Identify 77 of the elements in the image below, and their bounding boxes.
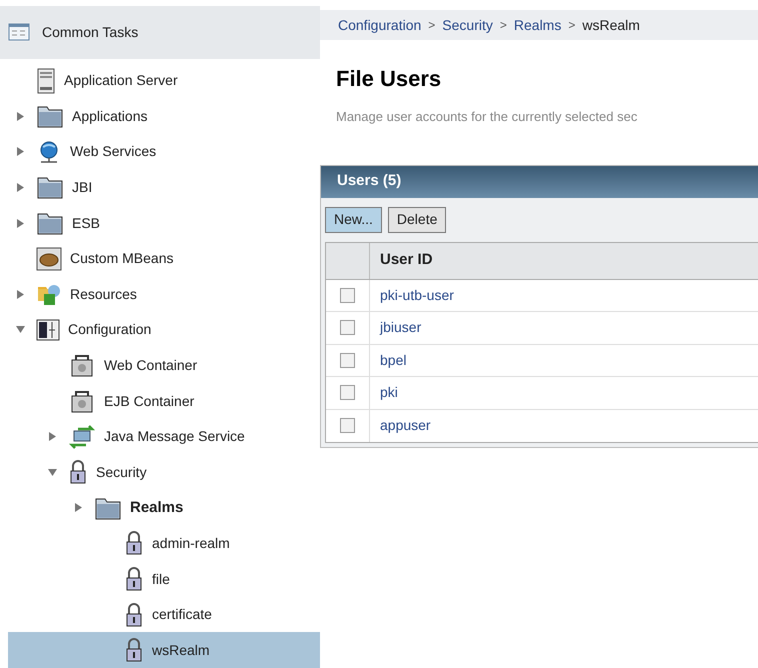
user-link[interactable]: jbiuser bbox=[380, 317, 422, 338]
lock-icon bbox=[124, 602, 144, 628]
tree-item[interactable]: Web Services bbox=[8, 134, 320, 170]
page-title: File Users bbox=[336, 65, 442, 93]
row-checkbox[interactable] bbox=[340, 385, 355, 400]
breadcrumb-separator: > bbox=[428, 17, 436, 34]
expand-arrow-icon[interactable] bbox=[16, 147, 24, 156]
tree-item[interactable]: Web Container bbox=[8, 348, 320, 384]
tree-label: admin-realm bbox=[152, 534, 230, 553]
tree-label: Resources bbox=[70, 284, 137, 304]
toolbar-button[interactable]: Delete bbox=[388, 206, 446, 232]
expand-arrow-icon[interactable] bbox=[16, 182, 24, 192]
server-icon bbox=[36, 68, 56, 94]
tree-item[interactable]: EJB Container bbox=[8, 383, 320, 419]
expand-arrow-icon[interactable] bbox=[16, 112, 24, 121]
tree-item[interactable]: ESB bbox=[8, 205, 320, 241]
breadcrumb-link[interactable]: Realms bbox=[514, 14, 562, 36]
expand-arrow-icon[interactable] bbox=[16, 290, 24, 299]
tree-item[interactable]: Java Message Service bbox=[8, 418, 320, 454]
tree-label: Realms bbox=[130, 498, 184, 518]
tree-item[interactable]: file bbox=[8, 561, 320, 597]
table-title: Users (5) bbox=[337, 171, 402, 192]
row-checkbox[interactable] bbox=[340, 418, 355, 434]
lock-icon bbox=[68, 459, 88, 486]
configuration-icon bbox=[36, 318, 60, 342]
tree-label: JBI bbox=[72, 178, 92, 197]
tree-label: Security bbox=[96, 462, 147, 482]
column-header[interactable]: User ID bbox=[370, 242, 433, 278]
page-description: Manage user accounts for the currently selected sec bbox=[336, 108, 638, 126]
tree-item[interactable]: Applications bbox=[8, 98, 320, 134]
tree-label: Java Message Service bbox=[104, 427, 245, 446]
table-icon bbox=[8, 23, 30, 42]
tree-item[interactable]: Resources bbox=[8, 276, 320, 312]
breadcrumb-separator: > bbox=[568, 17, 576, 34]
tree-item[interactable]: wsRealm bbox=[8, 632, 320, 668]
bean-icon bbox=[36, 246, 62, 272]
tree-label: Custom MBeans bbox=[70, 249, 174, 268]
user-link[interactable]: bpel bbox=[380, 350, 406, 371]
tree-label: EJB Container bbox=[104, 392, 194, 411]
tree-item[interactable]: Configuration bbox=[8, 312, 320, 348]
tree-item[interactable]: Custom MBeans bbox=[8, 240, 320, 276]
tree-label: Applications bbox=[72, 106, 148, 126]
tree-item[interactable]: certificate bbox=[8, 596, 320, 632]
expand-arrow-icon[interactable] bbox=[16, 218, 24, 228]
tree-label: ESB bbox=[72, 214, 100, 233]
lock-icon bbox=[124, 566, 144, 592]
lock-icon bbox=[124, 637, 144, 664]
tree-item[interactable]: Security bbox=[8, 454, 320, 490]
collapse-arrow-icon[interactable] bbox=[48, 468, 56, 477]
user-link[interactable]: pki-utb-user bbox=[380, 284, 454, 306]
user-link[interactable]: appuser bbox=[380, 415, 431, 436]
expand-arrow-icon[interactable] bbox=[48, 432, 56, 442]
user-link[interactable]: pki bbox=[380, 382, 398, 404]
tree-item[interactable]: admin-realm bbox=[8, 526, 320, 562]
expand-arrow-icon[interactable] bbox=[74, 503, 82, 512]
tree-item[interactable]: JBI bbox=[8, 170, 320, 206]
row-checkbox[interactable] bbox=[340, 320, 355, 336]
tree-label: file bbox=[152, 570, 170, 589]
toolbar-button[interactable]: New... bbox=[325, 206, 382, 232]
tree-label: Web Container bbox=[104, 356, 198, 375]
breadcrumb-link[interactable]: Configuration bbox=[338, 14, 422, 36]
tree-label: Configuration bbox=[68, 320, 152, 340]
tree-label: certificate bbox=[152, 605, 212, 624]
collapse-arrow-icon[interactable] bbox=[16, 325, 24, 334]
row-checkbox[interactable] bbox=[340, 288, 355, 303]
tree-label: Application Server bbox=[64, 71, 178, 90]
tree-label: Web Services bbox=[70, 142, 156, 162]
row-checkbox[interactable] bbox=[340, 352, 355, 368]
tree-item[interactable]: Realms bbox=[8, 490, 320, 526]
breadcrumb-link[interactable]: Security bbox=[442, 14, 493, 36]
lock-icon bbox=[124, 530, 144, 556]
exchange-icon bbox=[68, 424, 96, 449]
breadcrumb-separator: > bbox=[500, 17, 507, 34]
tree-item[interactable]: Application Server bbox=[8, 62, 320, 98]
header-title: Common Tasks bbox=[42, 22, 138, 42]
breadcrumb-current: wsRealm bbox=[582, 16, 640, 34]
tree-label: wsRealm bbox=[152, 640, 210, 660]
